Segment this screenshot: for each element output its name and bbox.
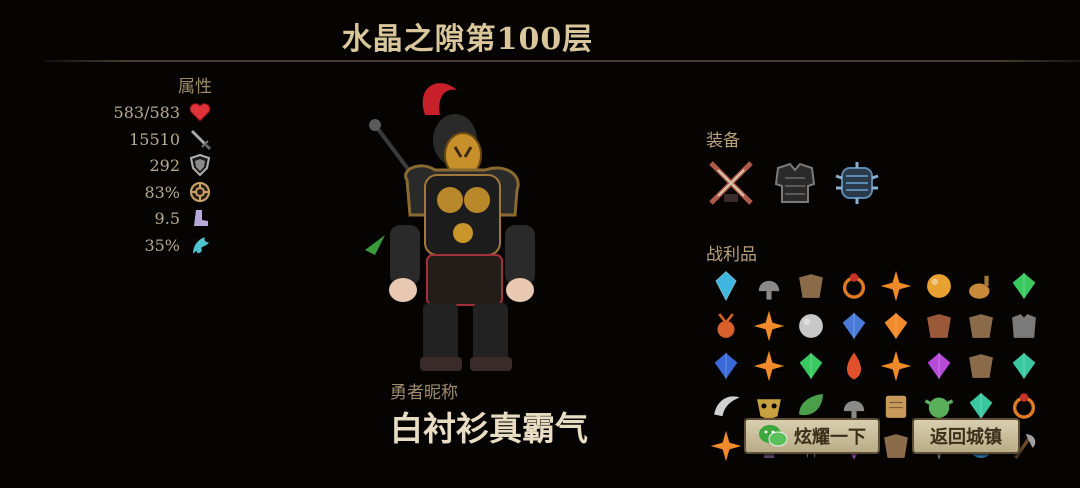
gear-icon	[188, 180, 212, 204]
hero-name: 白衬衫真霸气	[390, 409, 588, 448]
hero-character	[345, 75, 545, 375]
leather-icon[interactable]	[876, 426, 916, 466]
shuriken-icon[interactable]	[876, 346, 916, 386]
stat-hp: 583/583	[114, 100, 212, 124]
wechat-icon	[758, 423, 788, 449]
scroll-icon[interactable]	[876, 386, 916, 426]
potion-icon[interactable]	[961, 266, 1001, 306]
attributes-title: 属性	[178, 77, 212, 97]
armor-icon[interactable]	[770, 158, 820, 208]
helmet-icon[interactable]	[749, 266, 789, 306]
shuriken-icon[interactable]	[749, 306, 789, 346]
stat-evasion: 35%	[144, 233, 212, 257]
stat-value: 292	[149, 155, 180, 175]
stat-value: 15510	[129, 129, 180, 149]
crystal-icon[interactable]	[706, 266, 746, 306]
sword-icon	[188, 127, 212, 151]
leather-icon[interactable]	[791, 266, 831, 306]
crossed-swords-icon[interactable]	[706, 158, 756, 208]
header-divider	[45, 60, 1080, 62]
stat-value: 9.5	[154, 208, 180, 228]
equipment-title: 装备	[706, 131, 740, 151]
leather-icon[interactable]	[961, 306, 1001, 346]
stat-value: 35%	[144, 235, 180, 255]
gem-icon[interactable]	[1004, 266, 1044, 306]
return-town-label: 返回城镇	[930, 427, 1002, 448]
stat-attack: 15510	[129, 127, 212, 151]
stat-value: 83%	[144, 182, 180, 202]
shuriken-icon[interactable]	[749, 346, 789, 386]
leather-icon[interactable]	[961, 346, 1001, 386]
gem-icon[interactable]	[919, 346, 959, 386]
loot-title: 战利品	[706, 245, 757, 265]
dragon-icon	[188, 233, 212, 257]
ring-icon[interactable]	[834, 266, 874, 306]
orb-icon[interactable]	[919, 266, 959, 306]
stat-defense: 292	[149, 153, 212, 177]
heart-icon	[188, 100, 212, 124]
page-title: 水晶之隙第100层	[341, 22, 594, 57]
gem-icon[interactable]	[1004, 346, 1044, 386]
shuriken-icon[interactable]	[876, 266, 916, 306]
spiked-bracer-icon[interactable]	[832, 158, 882, 208]
amulet-icon[interactable]	[706, 306, 746, 346]
loot-grid	[706, 266, 1080, 488]
stat-critical: 83%	[144, 180, 212, 204]
gem-icon[interactable]	[706, 346, 746, 386]
horn-icon[interactable]	[706, 386, 746, 426]
shield-icon	[188, 153, 212, 177]
shuriken-icon[interactable]	[706, 426, 746, 466]
gem-icon[interactable]	[876, 306, 916, 346]
return-town-button[interactable]: 返回城镇	[912, 418, 1020, 454]
share-button[interactable]: 炫耀一下	[744, 418, 880, 454]
gem-icon[interactable]	[791, 346, 831, 386]
gem-icon[interactable]	[834, 306, 874, 346]
orb-icon[interactable]	[791, 306, 831, 346]
boot-icon	[188, 206, 212, 230]
flame-icon[interactable]	[834, 346, 874, 386]
armor-icon[interactable]	[1004, 306, 1044, 346]
stat-value: 583/583	[113, 102, 180, 122]
leather-icon[interactable]	[919, 306, 959, 346]
stat-speed: 9.5	[155, 206, 212, 230]
share-button-label: 炫耀一下	[794, 427, 866, 448]
hero-name-label: 勇者昵称	[390, 383, 458, 403]
